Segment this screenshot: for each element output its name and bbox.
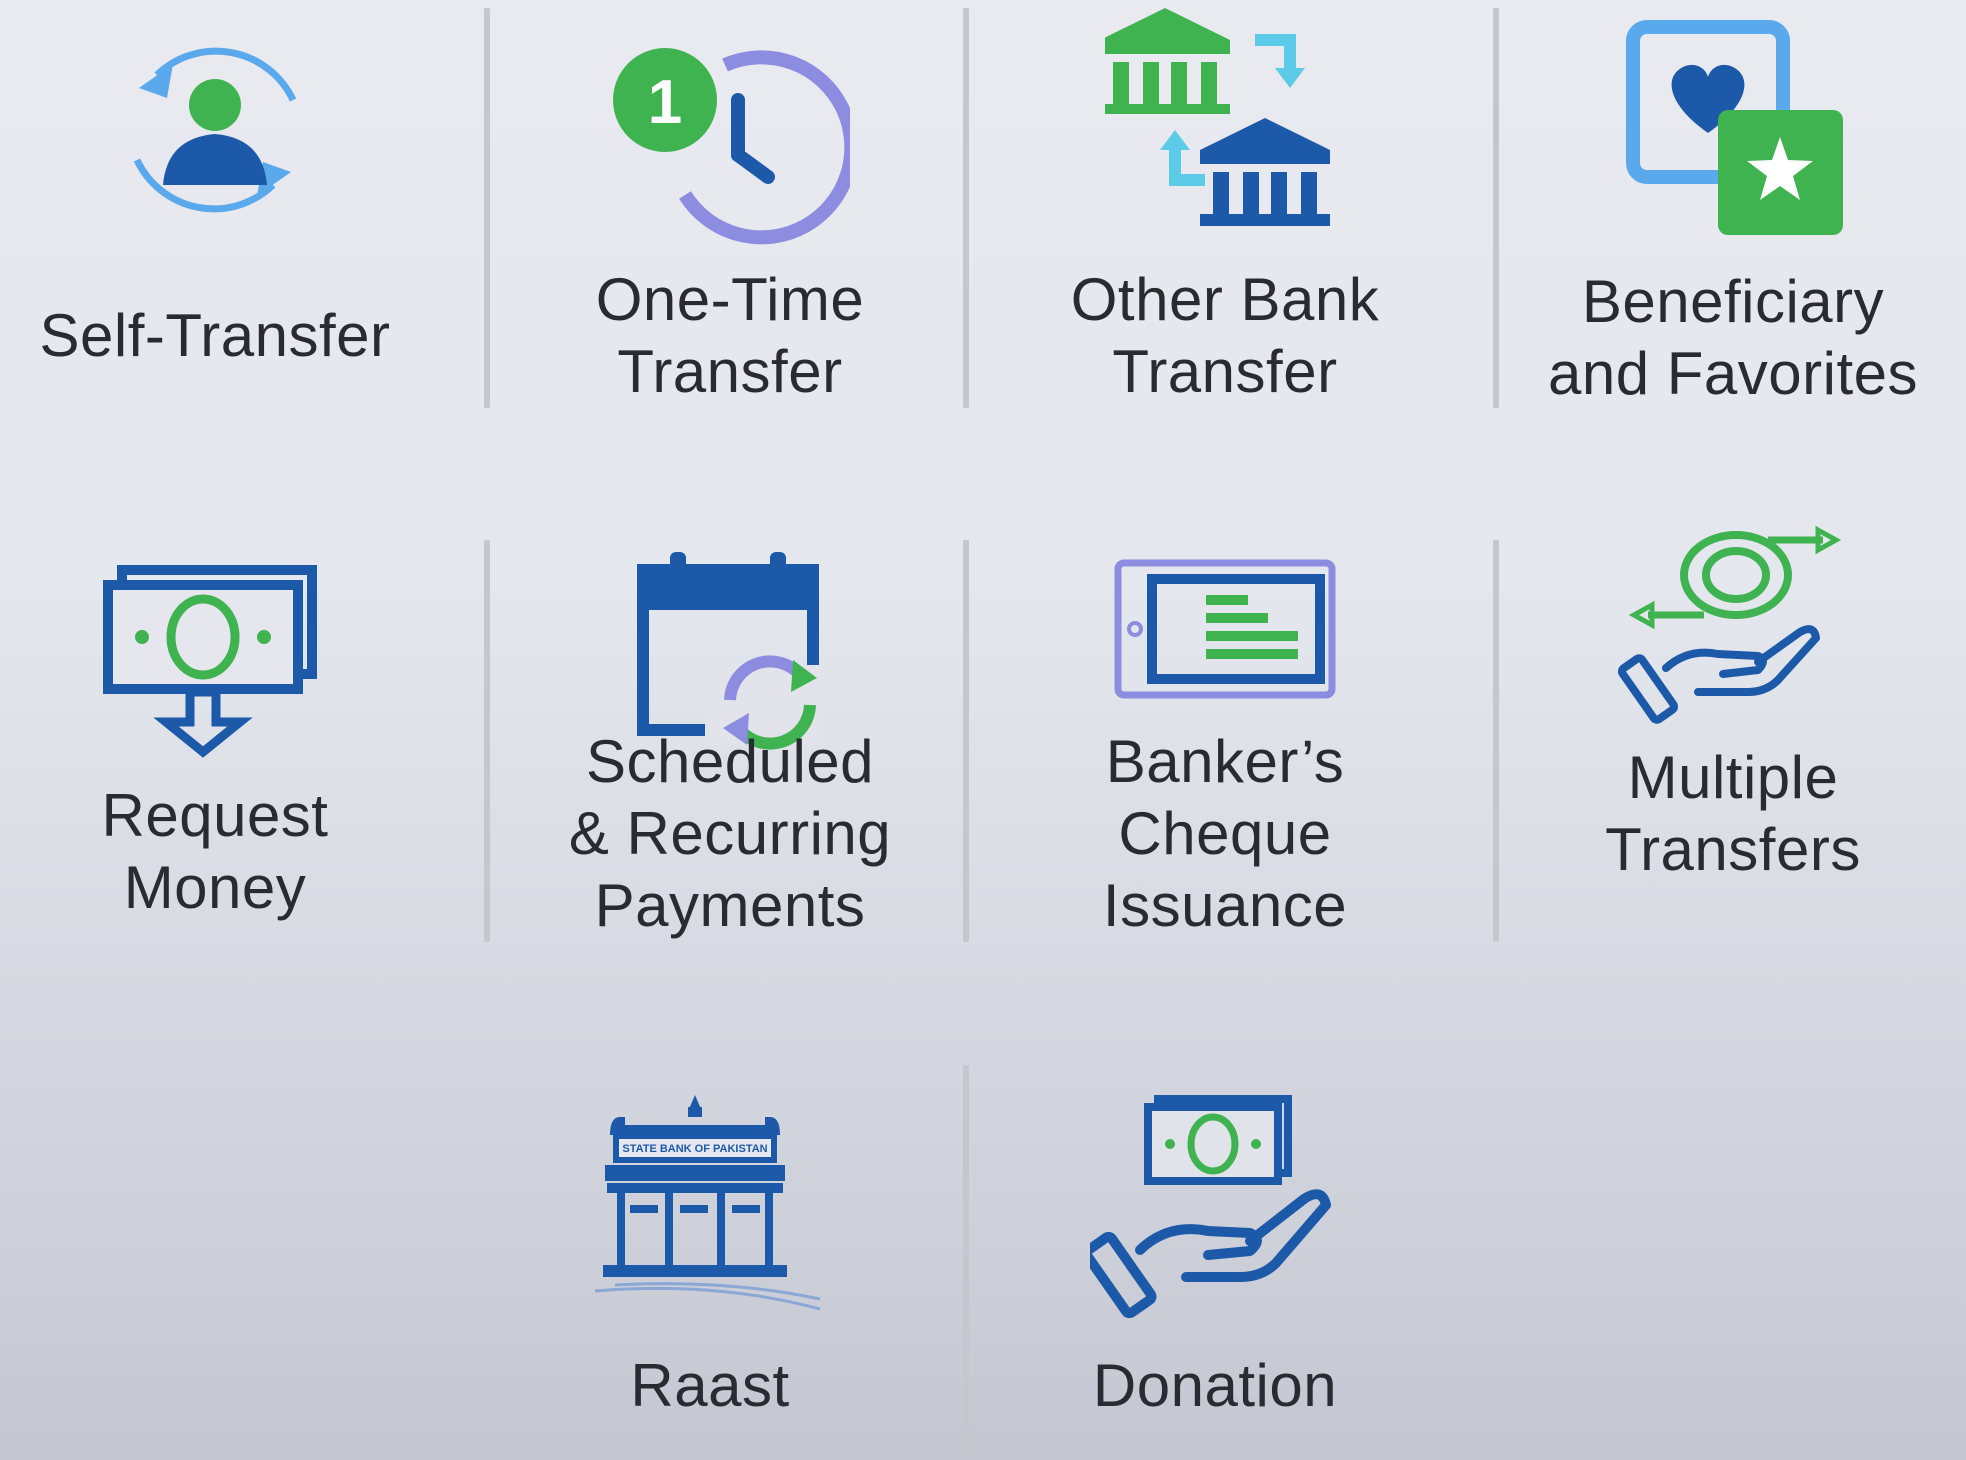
option-label: Self-Transfer	[39, 302, 391, 369]
donation-option[interactable]: Donation	[985, 1065, 1445, 1460]
option-label: Beneficiary and Favorites	[1547, 268, 1918, 407]
multiple-transfers-option[interactable]: Multiple Transfers	[1500, 520, 1966, 960]
column-divider	[484, 8, 490, 408]
column-divider	[484, 540, 490, 942]
other-bank-transfer-option[interactable]: Other Bank Transfer	[975, 0, 1475, 420]
option-label: Other Bank Transfer	[1070, 266, 1380, 405]
self-transfer-option[interactable]: Self-Transfer	[0, 0, 430, 420]
option-label: Scheduled & Recurring Payments	[568, 728, 892, 939]
raast-option[interactable]: STATE BANK OF PAKISTAN Raast	[500, 1065, 920, 1460]
option-label: One-Time Transfer	[595, 266, 865, 405]
column-divider	[1493, 540, 1499, 942]
option-label: Multiple Transfers	[1605, 744, 1861, 883]
one-time-transfer-option[interactable]: 1 One-Time Transfer	[495, 0, 965, 420]
raast-icon: STATE BANK OF PAKISTAN	[595, 1095, 821, 1311]
one-time-transfer-icon: 1	[613, 48, 850, 245]
request-money-icon	[103, 565, 317, 758]
beneficiary-favorites-option[interactable]: Beneficiary and Favorites	[1500, 0, 1966, 420]
svg-text:STATE BANK OF PAKISTAN: STATE BANK OF PAKISTAN	[622, 1143, 767, 1155]
donation-icon	[1090, 1095, 1331, 1319]
svg-text:1: 1	[648, 68, 682, 137]
scheduled-payments-option[interactable]: Scheduled & Recurring Payments	[495, 520, 965, 960]
option-label: Raast	[630, 1352, 790, 1419]
bankers-cheque-option[interactable]: Banker’s Cheque Issuance	[975, 520, 1475, 960]
request-money-option[interactable]: Request Money	[0, 520, 430, 960]
option-label: Donation	[1092, 1352, 1338, 1419]
bankers-cheque-icon	[1114, 559, 1336, 699]
option-label: Banker’s Cheque Issuance	[1102, 728, 1348, 939]
self-transfer-icon	[133, 47, 297, 213]
beneficiary-favorites-icon	[1626, 20, 1843, 235]
other-bank-transfer-icon	[1105, 8, 1330, 226]
option-label: Request Money	[101, 782, 329, 921]
column-divider	[1493, 8, 1499, 408]
multiple-transfers-icon	[1618, 525, 1842, 724]
column-divider	[963, 1065, 969, 1460]
